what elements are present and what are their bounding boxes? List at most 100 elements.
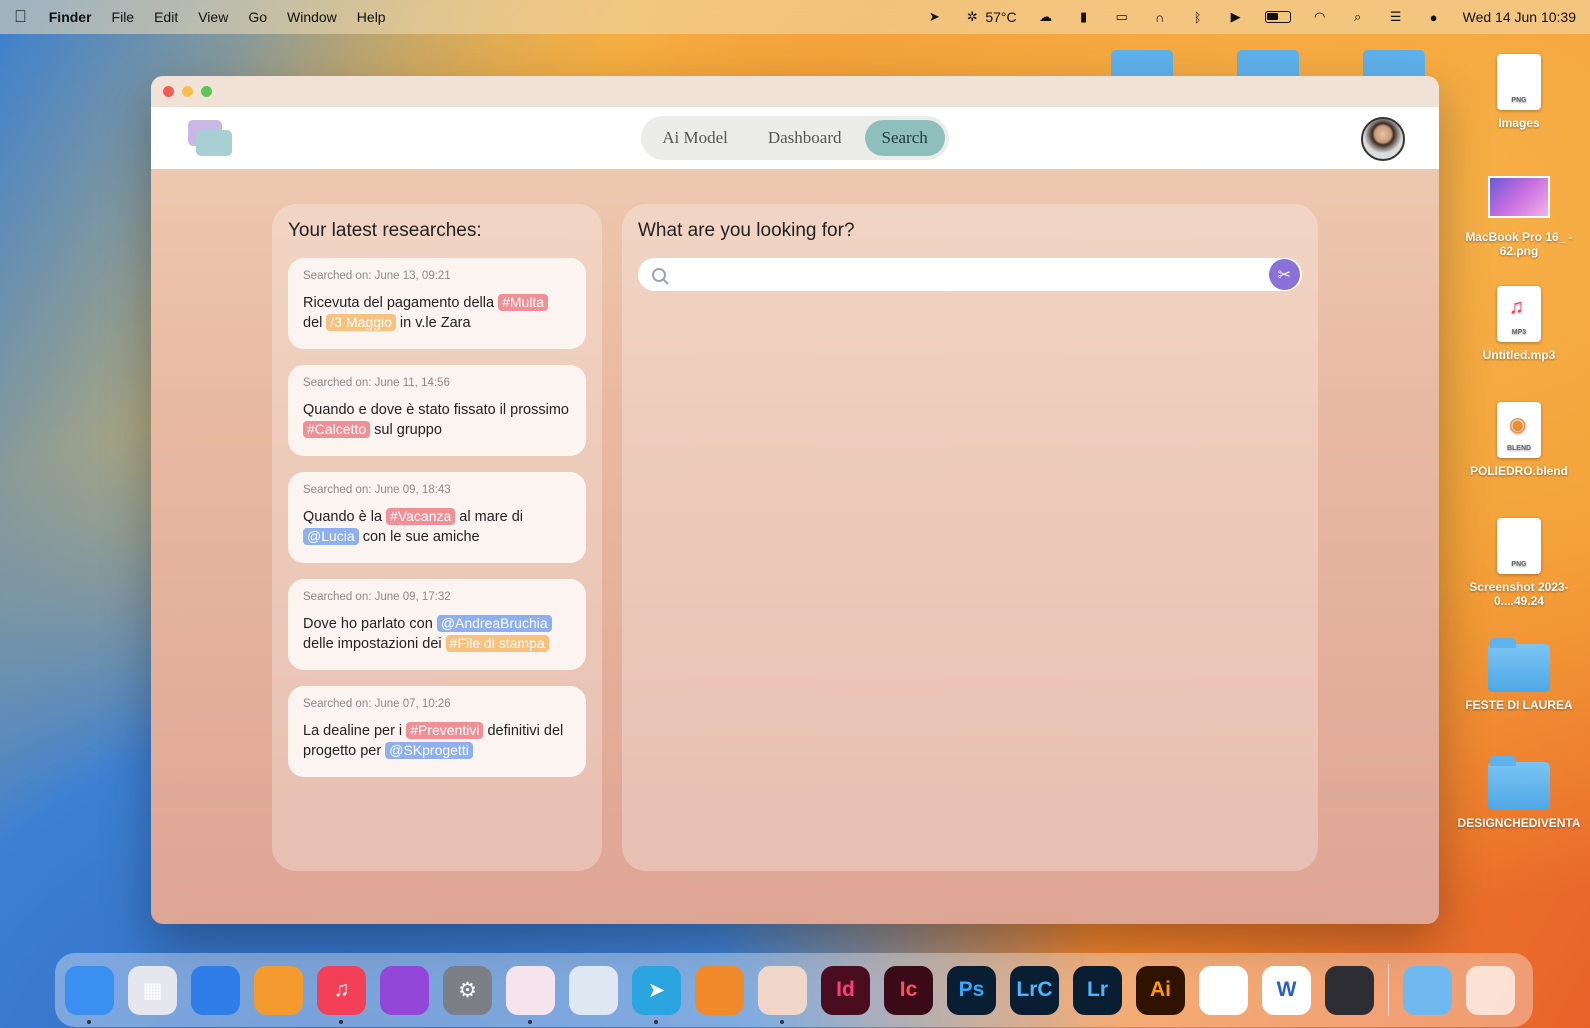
lightroom-icon[interactable]: Lr [1073,965,1122,1015]
play-icon[interactable]: ▶ [1227,9,1245,24]
user-avatar[interactable] [1361,117,1405,161]
latest-researches-panel: Your latest researches: Searched on: Jun… [272,204,602,871]
menubar-clock[interactable]: Wed 14 Jun 10:39 [1463,9,1576,25]
blend-file-icon: ◉ BLEND [1497,402,1541,458]
menu-go[interactable]: Go [248,9,267,25]
menu-window[interactable]: Window [287,9,337,25]
davinci-resolve-icon[interactable] [1325,965,1374,1015]
books-icon[interactable] [254,965,303,1015]
bluetooth-icon[interactable]: ᛒ [1189,10,1207,25]
query-tag[interactable]: @AndreaBruchia [436,615,552,632]
temperature-text: 57°C [985,9,1017,25]
zoom-window-button[interactable] [201,86,212,97]
display-icon[interactable]: ▭ [1113,9,1131,24]
minimize-window-button[interactable] [182,86,193,97]
wifi-icon[interactable]: ◠ [1311,9,1329,24]
music-icon[interactable]: ♫ [317,965,366,1024]
cloud-icon[interactable]: ☁ [1037,9,1055,24]
query-tag[interactable]: #File di stampa [445,635,549,652]
query-tag[interactable]: /3 Maggio [326,314,396,331]
desktop-item-poliedro-blend[interactable]: ◉ BLEND POLIEDRO.blend [1454,402,1584,478]
folder-icon [1488,756,1550,810]
window-titlebar[interactable] [151,76,1439,107]
desktop-item-feste-di-laurea[interactable]: FESTE DI LAUREA [1454,638,1584,712]
blender-icon[interactable] [695,965,744,1015]
desktop-item-macbook-png[interactable]: MacBook Pro 16_ - 62.png [1454,176,1584,258]
research-card[interactable]: Searched on: June 13, 09:21 Ricevuta del … [288,258,586,349]
menu-app-name[interactable]: Finder [49,9,92,25]
photoshop-icon[interactable]: Ps [947,965,996,1015]
menu-file[interactable]: File [112,9,135,25]
desktop-item-untitled-mp3[interactable]: ♫ MP3 Untitled.mp3 [1454,286,1584,362]
preview-icon[interactable] [569,965,618,1015]
desktop-folder-partial[interactable] [1363,50,1425,76]
vscode-icon[interactable] [1199,965,1248,1015]
apple-menu-icon[interactable]:  [14,7,27,27]
desktop-item-screenshot[interactable]: PNG Screenshot 2023-0....49.24 [1454,518,1584,608]
desktop-folder-partial[interactable] [1237,50,1299,76]
query-tag[interactable]: @Lucia [303,528,359,545]
query-text: Quando è la [303,509,387,525]
menu-help[interactable]: Help [357,9,386,25]
close-window-button[interactable] [163,86,174,97]
dock-separator [1388,964,1389,1016]
spotlight-search-icon[interactable]: ⌕ [1349,9,1367,24]
telegram-icon[interactable]: ➤ [632,965,681,1024]
illustrator-icon[interactable]: Ai [1136,965,1185,1015]
keynote-icon[interactable] [191,965,240,1015]
finder-icon[interactable] [65,965,114,1024]
lightroom-classic-icon[interactable]: LrC [1010,965,1059,1015]
contact-card-icon[interactable]: ▮ [1075,9,1093,24]
desktop-item-designchediventa[interactable]: DESIGNCHEDIVENTA [1454,756,1584,830]
trash-icon[interactable] [1466,965,1515,1015]
affinity-icon[interactable] [506,965,555,1024]
png-file-icon: PNG [1497,518,1541,574]
app-content: Your latest researches: Searched on: Jun… [151,169,1439,924]
siri-icon[interactable]: ● [1425,10,1443,25]
query-text: delle impostazioni dei [303,636,446,652]
research-list: Searched on: June 13, 09:21 Ricevuta del … [288,258,586,777]
podcasts-icon[interactable] [380,965,429,1015]
research-card[interactable]: Searched on: June 11, 14:56 Quando e dove… [288,365,586,456]
query-text: Quando e dove è stato fissato il prossim… [303,402,569,418]
tab-dashboard[interactable]: Dashboard [751,120,859,156]
word-icon[interactable]: W [1262,965,1311,1015]
indesign-icon[interactable]: Id [821,965,870,1015]
menu-view[interactable]: View [198,9,228,25]
research-date: Searched on: June 07, 10:26 [303,698,451,710]
fan-icon: ✲ [966,9,978,24]
researches-app-icon[interactable] [758,965,807,1024]
app-logo-icon[interactable] [188,120,232,158]
query-tag[interactable]: #Vacanza [386,508,456,525]
location-icon[interactable]: ➤ [925,9,943,24]
research-card[interactable]: Searched on: June 09, 18:43 Quando è la #… [288,472,586,563]
query-tag[interactable]: #Preventivi [406,722,484,739]
scissors-button[interactable]: ✂ [1269,259,1300,290]
tab-ai-model[interactable]: Ai Model [645,120,745,156]
desktop-folder-partial[interactable] [1111,50,1173,76]
system-settings-icon[interactable]: ⚙ [443,965,492,1015]
tab-search[interactable]: Search [864,120,945,156]
menu-edit[interactable]: Edit [154,9,178,25]
control-center-icon[interactable]: ☰ [1387,9,1405,24]
research-card[interactable]: Searched on: June 09, 17:32 Dove ho parla… [288,579,586,670]
research-date: Searched on: June 13, 09:21 [303,270,451,282]
query-text: Dove ho parlato con [303,616,437,632]
query-text: con le sue amiche [358,529,480,545]
query-tag[interactable]: #Calcetto [303,421,371,438]
query-text: in v.le Zara [395,315,471,331]
png-file-icon: PNG [1497,54,1541,110]
scissors-icon: ✂ [1277,266,1292,284]
incopy-icon[interactable]: Ic [884,965,933,1015]
search-input[interactable] [674,258,1302,291]
desktop-item-images[interactable]: PNG Images [1454,54,1584,130]
temperature-status[interactable]: ✲ 57°C [963,9,1017,25]
launchpad-icon[interactable]: ▦ [128,965,177,1015]
battery-icon[interactable] [1264,11,1291,23]
query-tag[interactable]: #Multa [498,294,549,311]
research-card[interactable]: Searched on: June 07, 10:26 La dealine pe… [288,686,586,777]
downloads-folder-icon[interactable] [1403,965,1452,1015]
query-tag[interactable]: @SKprogetti [385,742,473,759]
airpods-icon[interactable]: ∩ [1151,10,1169,25]
query-text: Ricevuta del pagamento della [303,295,499,311]
